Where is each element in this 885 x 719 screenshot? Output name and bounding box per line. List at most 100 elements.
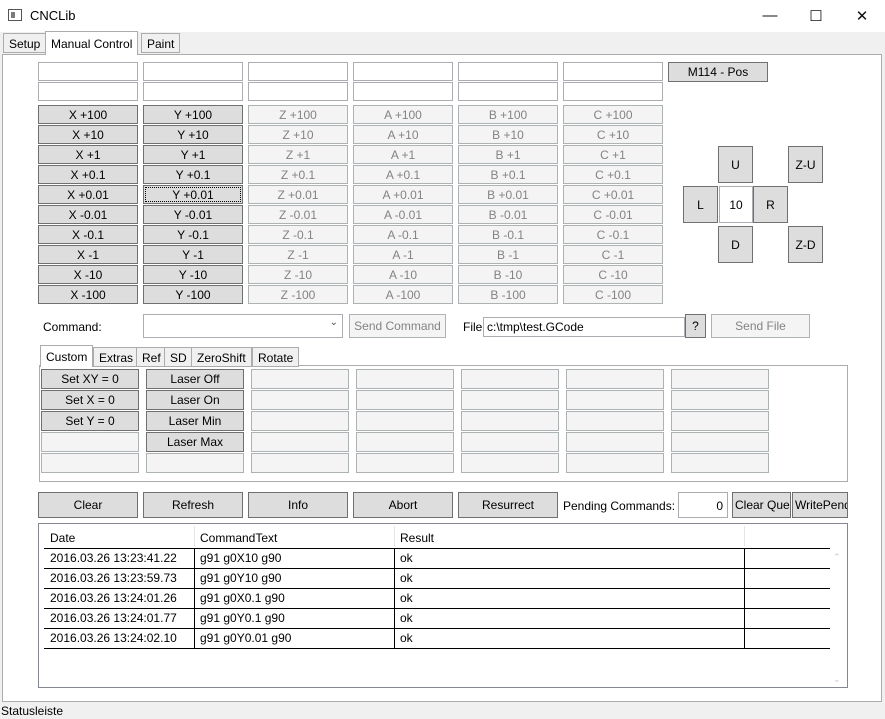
custom-empty-button[interactable] bbox=[356, 453, 454, 473]
axis-c-button[interactable]: C -100 bbox=[563, 285, 663, 304]
pos-y-field-1[interactable] bbox=[143, 62, 243, 81]
axis-x-button[interactable]: X +1 bbox=[38, 145, 138, 164]
axis-y-button[interactable]: Y -0.1 bbox=[143, 225, 243, 244]
axis-x-button[interactable]: X +10 bbox=[38, 125, 138, 144]
custom-empty-button[interactable] bbox=[566, 453, 664, 473]
info-button[interactable]: Info bbox=[248, 492, 348, 518]
custom-empty-button[interactable] bbox=[251, 369, 349, 389]
scroll-down-icon[interactable]: ⌄ bbox=[833, 674, 841, 685]
axis-y-button[interactable]: Y -0.01 bbox=[143, 205, 243, 224]
custom-empty-button[interactable] bbox=[251, 411, 349, 431]
axis-z-button[interactable]: Z -1 bbox=[248, 245, 348, 264]
send-command-button[interactable]: Send Command bbox=[349, 314, 446, 338]
jog-left-button[interactable]: L bbox=[683, 186, 718, 223]
axis-y-button[interactable]: Y +1 bbox=[143, 145, 243, 164]
custom-empty-button[interactable] bbox=[671, 432, 769, 452]
refresh-button[interactable]: Refresh bbox=[143, 492, 243, 518]
axis-a-button[interactable]: A -0.01 bbox=[353, 205, 453, 224]
custom-laser-button[interactable]: Laser On bbox=[146, 390, 244, 410]
axis-y-button[interactable]: Y +100 bbox=[143, 105, 243, 124]
axis-z-button[interactable]: Z +100 bbox=[248, 105, 348, 124]
axis-x-button[interactable]: X +100 bbox=[38, 105, 138, 124]
pos-x-field-1[interactable] bbox=[38, 62, 138, 81]
axis-y-button[interactable]: Y +10 bbox=[143, 125, 243, 144]
custom-empty-button[interactable] bbox=[41, 432, 139, 452]
axis-a-button[interactable]: A +100 bbox=[353, 105, 453, 124]
custom-empty-button[interactable] bbox=[41, 453, 139, 473]
axis-a-button[interactable]: A -100 bbox=[353, 285, 453, 304]
axis-a-button[interactable]: A -0.1 bbox=[353, 225, 453, 244]
jog-up-button[interactable]: U bbox=[718, 146, 753, 183]
axis-c-button[interactable]: C -1 bbox=[563, 245, 663, 264]
axis-b-button[interactable]: B +10 bbox=[458, 125, 558, 144]
axis-x-button[interactable]: X -0.01 bbox=[38, 205, 138, 224]
jog-right-button[interactable]: R bbox=[753, 186, 788, 223]
axis-b-button[interactable]: B -100 bbox=[458, 285, 558, 304]
send-file-button[interactable]: Send File bbox=[711, 314, 810, 338]
pos-a-field-1[interactable] bbox=[353, 62, 453, 81]
tab-setup[interactable]: Setup bbox=[3, 33, 47, 53]
pos-z-field-2[interactable] bbox=[248, 82, 348, 101]
custom-laser-button[interactable]: Laser Max bbox=[146, 432, 244, 452]
custom-empty-button[interactable] bbox=[671, 453, 769, 473]
custom-set-zero-button[interactable]: Set X = 0 bbox=[41, 390, 139, 410]
subtab-zeroshift[interactable]: ZeroShift bbox=[191, 347, 252, 367]
command-log-grid[interactable]: Date CommandText Result 2016.03.26 13:23… bbox=[38, 523, 848, 688]
axis-z-button[interactable]: Z -0.01 bbox=[248, 205, 348, 224]
custom-empty-button[interactable] bbox=[566, 432, 664, 452]
jog-step-input[interactable]: 10 bbox=[719, 186, 753, 223]
axis-c-button[interactable]: C -0.1 bbox=[563, 225, 663, 244]
subtab-sd[interactable]: SD bbox=[164, 347, 193, 367]
custom-empty-button[interactable] bbox=[146, 453, 244, 473]
pos-x-field-2[interactable] bbox=[38, 82, 138, 101]
file-path-input[interactable]: c:\tmp\test.GCode bbox=[483, 317, 685, 337]
minimize-button[interactable]: — bbox=[747, 0, 793, 31]
maximize-button[interactable]: ☐ bbox=[793, 0, 839, 31]
axis-y-button[interactable]: Y -10 bbox=[143, 265, 243, 284]
axis-a-button[interactable]: A +10 bbox=[353, 125, 453, 144]
axis-z-button[interactable]: Z +0.01 bbox=[248, 185, 348, 204]
table-row[interactable]: 2016.03.26 13:23:59.73 g91 g0Y10 g90 ok bbox=[44, 569, 830, 589]
pos-c-field-2[interactable] bbox=[563, 82, 663, 101]
custom-empty-button[interactable] bbox=[251, 390, 349, 410]
clear-button[interactable]: Clear bbox=[38, 492, 138, 518]
abort-button[interactable]: Abort bbox=[353, 492, 453, 518]
axis-y-button[interactable]: Y -100 bbox=[143, 285, 243, 304]
custom-empty-button[interactable] bbox=[671, 369, 769, 389]
pos-a-field-2[interactable] bbox=[353, 82, 453, 101]
custom-empty-button[interactable] bbox=[461, 411, 559, 431]
axis-b-button[interactable]: B -10 bbox=[458, 265, 558, 284]
tab-paint[interactable]: Paint bbox=[141, 33, 181, 53]
custom-laser-button[interactable]: Laser Off bbox=[146, 369, 244, 389]
axis-c-button[interactable]: C +0.1 bbox=[563, 165, 663, 184]
custom-empty-button[interactable] bbox=[566, 369, 664, 389]
pos-c-field-1[interactable] bbox=[563, 62, 663, 81]
axis-b-button[interactable]: B +0.01 bbox=[458, 185, 558, 204]
axis-c-button[interactable]: C -10 bbox=[563, 265, 663, 284]
axis-a-button[interactable]: A -10 bbox=[353, 265, 453, 284]
axis-c-button[interactable]: C +100 bbox=[563, 105, 663, 124]
axis-a-button[interactable]: A +1 bbox=[353, 145, 453, 164]
axis-x-button[interactable]: X -1 bbox=[38, 245, 138, 264]
axis-c-button[interactable]: C +10 bbox=[563, 125, 663, 144]
custom-set-zero-button[interactable]: Set XY = 0 bbox=[41, 369, 139, 389]
axis-c-button[interactable]: C +1 bbox=[563, 145, 663, 164]
axis-b-button[interactable]: B +0.1 bbox=[458, 165, 558, 184]
axis-z-button[interactable]: Z +0.1 bbox=[248, 165, 348, 184]
axis-x-button[interactable]: X -10 bbox=[38, 265, 138, 284]
custom-empty-button[interactable] bbox=[251, 453, 349, 473]
custom-empty-button[interactable] bbox=[461, 390, 559, 410]
axis-x-button[interactable]: X -100 bbox=[38, 285, 138, 304]
subtab-ref[interactable]: Ref bbox=[136, 347, 167, 367]
custom-empty-button[interactable] bbox=[461, 432, 559, 452]
axis-z-button[interactable]: Z -10 bbox=[248, 265, 348, 284]
m114-pos-button[interactable]: M114 - Pos bbox=[668, 62, 768, 82]
browse-file-button[interactable]: ? bbox=[685, 314, 706, 338]
axis-x-button[interactable]: X +0.1 bbox=[38, 165, 138, 184]
subtab-rotate[interactable]: Rotate bbox=[252, 347, 300, 367]
table-row[interactable]: 2016.03.26 13:24:01.77 g91 g0Y0.1 g90 ok bbox=[44, 609, 830, 629]
custom-empty-button[interactable] bbox=[671, 390, 769, 410]
axis-b-button[interactable]: B +100 bbox=[458, 105, 558, 124]
axis-b-button[interactable]: B +1 bbox=[458, 145, 558, 164]
write-pending-button[interactable]: WritePending bbox=[792, 492, 848, 518]
